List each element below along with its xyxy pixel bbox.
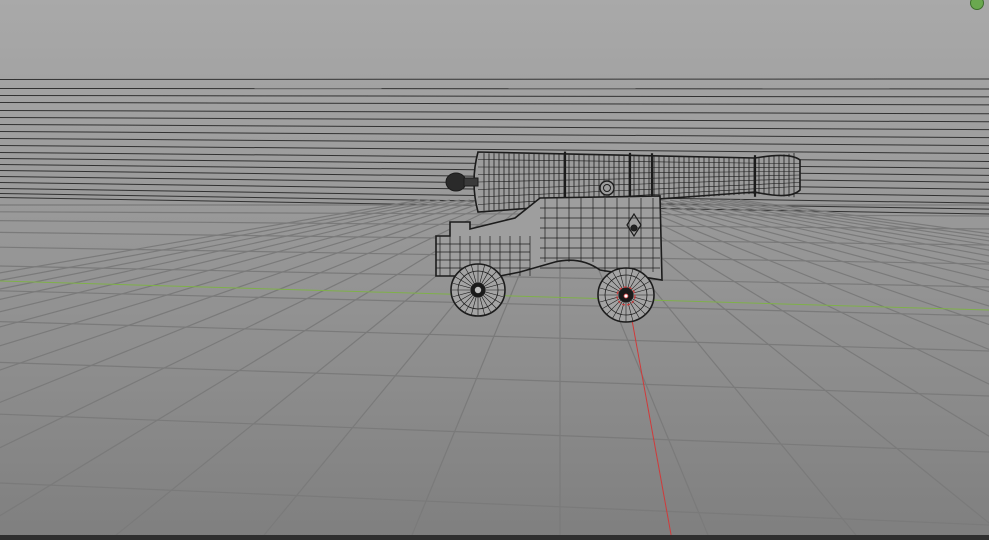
bottom-edge-bar [0,535,989,540]
3d-viewport[interactable] [0,0,989,540]
x-axis-line [627,297,673,540]
cannon-model[interactable] [435,151,801,323]
rear-wheel[interactable] [450,263,506,317]
viewport-scene[interactable] [0,0,989,540]
